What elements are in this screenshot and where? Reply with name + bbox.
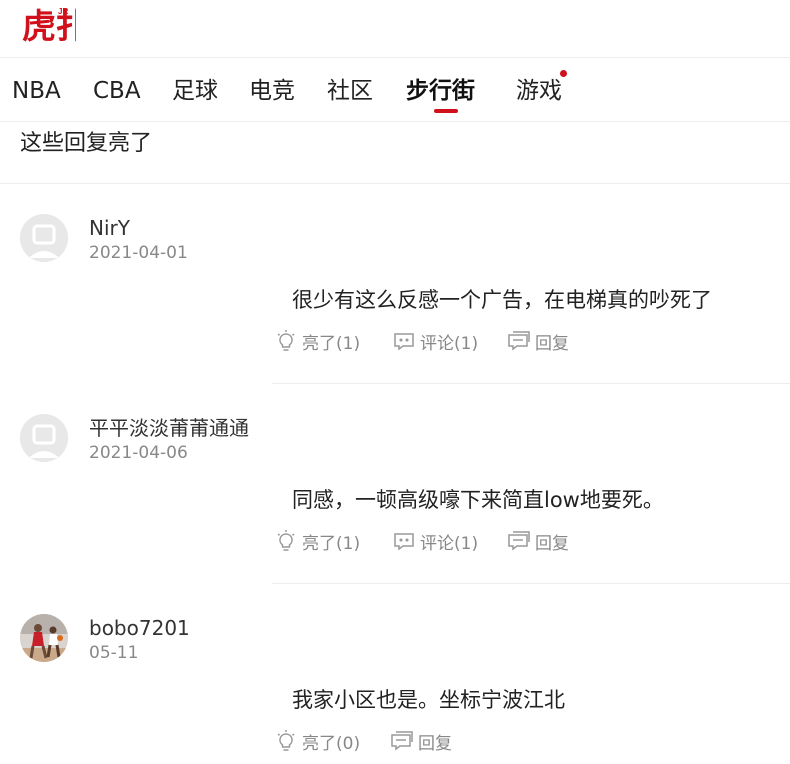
svg-text:JR: JR: [58, 7, 68, 16]
comment-item: NirY 2021-04-01 很少有这么反感一个广告，在电梯真的吵死了 亮了(…: [0, 184, 790, 384]
comment-content: 我家小区也是。坐标宁波江北: [292, 688, 565, 712]
light-button[interactable]: 亮了(1): [274, 528, 360, 554]
top-header: 虎扑 JR: [0, 0, 790, 58]
username[interactable]: NirY: [89, 214, 130, 242]
light-button[interactable]: 亮了(1): [274, 328, 360, 354]
nav-item-football[interactable]: 足球: [172, 76, 218, 106]
post-date: 2021-04-06: [89, 443, 188, 463]
nav-item-games[interactable]: 游戏: [516, 76, 562, 106]
reply-button[interactable]: 回复: [507, 528, 569, 554]
lightbulb-icon: [274, 529, 298, 553]
reply-label: 回复: [535, 533, 569, 554]
comment-item: bobo7201 05-11 我家小区也是。坐标宁波江北 亮了(0) 回复: [0, 584, 790, 764]
comment-count: 评论(1): [420, 533, 479, 554]
basketball-player-avatar[interactable]: [20, 614, 68, 662]
comment-count: 评论(1): [420, 333, 479, 354]
reply-bubble-icon: [390, 729, 414, 753]
default-avatar-icon[interactable]: [20, 414, 68, 462]
post-date: 05-11: [89, 643, 139, 663]
post-date: 2021-04-01: [89, 243, 188, 263]
comment-content: 同感，一顿高级嚎下来简直low地要死。: [292, 488, 664, 512]
speech-bubble-icon: [392, 329, 416, 353]
nav-item-pedestrian-street[interactable]: 步行街: [406, 76, 475, 106]
reply-label: 回复: [418, 733, 452, 754]
username[interactable]: 平平淡淡莆莆通通: [89, 414, 249, 442]
hupu-logo[interactable]: 虎扑 JR: [20, 2, 90, 46]
section-title: 这些回复亮了: [20, 131, 153, 156]
nav-item-esports[interactable]: 电竞: [249, 76, 295, 106]
light-count: 亮了(1): [302, 333, 361, 354]
comment-button[interactable]: 评论(1): [392, 528, 478, 554]
reply-label: 回复: [535, 333, 569, 354]
nav-item-cba[interactable]: CBA: [93, 76, 141, 106]
nav-item-community[interactable]: 社区: [327, 76, 373, 106]
reply-button[interactable]: 回复: [390, 728, 452, 754]
default-avatar-icon[interactable]: [20, 214, 68, 262]
comment-content: 很少有这么反感一个广告，在电梯真的吵死了: [292, 288, 712, 312]
username[interactable]: bobo7201: [89, 614, 190, 642]
notification-dot: [560, 70, 567, 77]
comment-item: 平平淡淡莆莆通通 2021-04-06 同感，一顿高级嚎下来简直low地要死。 …: [0, 384, 790, 584]
lightbulb-icon: [274, 729, 298, 753]
light-count: 亮了(1): [302, 533, 361, 554]
light-count: 亮了(0): [302, 733, 361, 754]
reply-button[interactable]: 回复: [507, 328, 569, 354]
active-tab-indicator: [434, 109, 458, 113]
reply-bubble-icon: [507, 529, 531, 553]
lightbulb-icon: [274, 329, 298, 353]
main-nav: NBA CBA 足球 电竞 社区 步行街 游戏: [0, 58, 790, 122]
speech-bubble-icon: [392, 529, 416, 553]
nav-item-nba[interactable]: NBA: [12, 76, 61, 106]
comment-button[interactable]: 评论(1): [392, 328, 478, 354]
reply-bubble-icon: [507, 329, 531, 353]
light-button[interactable]: 亮了(0): [274, 728, 360, 754]
